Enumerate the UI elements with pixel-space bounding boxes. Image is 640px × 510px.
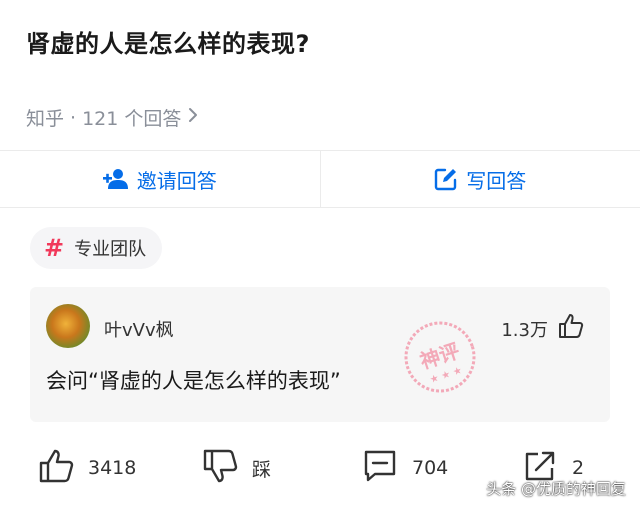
upvote-count: 1.3万 bbox=[501, 320, 548, 341]
add-user-icon bbox=[102, 168, 129, 190]
invite-answer-label: 邀请回答 bbox=[136, 168, 217, 193]
chevron-right-icon bbox=[187, 107, 199, 128]
share-count: 2 bbox=[572, 457, 585, 479]
comment-icon bbox=[362, 448, 398, 489]
thumbs-up-icon bbox=[38, 448, 74, 489]
watermark: 头条 @优质的神回复 bbox=[486, 480, 626, 498]
thumbs-down-icon bbox=[202, 448, 238, 489]
question-title: 肾虚的人是怎么样的表现? bbox=[26, 30, 310, 58]
invite-answer-button[interactable]: 邀请回答 bbox=[0, 151, 320, 207]
answer-excerpt[interactable]: 会问“肾虚的人是怎么样的表现” bbox=[46, 365, 341, 395]
author-name[interactable]: 叶vVv枫 bbox=[104, 316, 174, 342]
avatar[interactable] bbox=[46, 304, 90, 348]
meta-separator: · bbox=[70, 106, 77, 129]
like-count: 3418 bbox=[88, 457, 137, 479]
thumbs-up-icon[interactable] bbox=[558, 313, 584, 343]
seal-stamp: 神评 ★ ★ ★ bbox=[400, 317, 480, 397]
comment-button[interactable]: 704 bbox=[362, 448, 448, 488]
like-button[interactable]: 3418 bbox=[38, 448, 136, 488]
edit-icon bbox=[434, 167, 458, 191]
answer-card[interactable]: 叶vVv枫 1.3万 神评 ★ ★ ★ 会问“肾虚的人是怎么样的表现” bbox=[30, 287, 610, 422]
dislike-label: 踩 bbox=[252, 458, 272, 481]
question-meta[interactable]: 知乎 · 121 个回答 bbox=[26, 104, 199, 131]
write-answer-label: 写回答 bbox=[466, 168, 527, 193]
action-bar: 邀请回答 写回答 bbox=[0, 150, 640, 208]
topic-tag[interactable]: # 专业团队 bbox=[30, 227, 163, 269]
comment-count: 704 bbox=[412, 457, 449, 479]
dislike-button[interactable]: 踩 bbox=[202, 448, 271, 488]
hash-icon: # bbox=[44, 234, 65, 262]
answer-count: 121 个回答 bbox=[82, 108, 182, 130]
write-answer-button[interactable]: 写回答 bbox=[319, 151, 640, 207]
topic-tag-label: 专业团队 bbox=[74, 239, 147, 260]
source-label: 知乎 bbox=[26, 108, 65, 130]
